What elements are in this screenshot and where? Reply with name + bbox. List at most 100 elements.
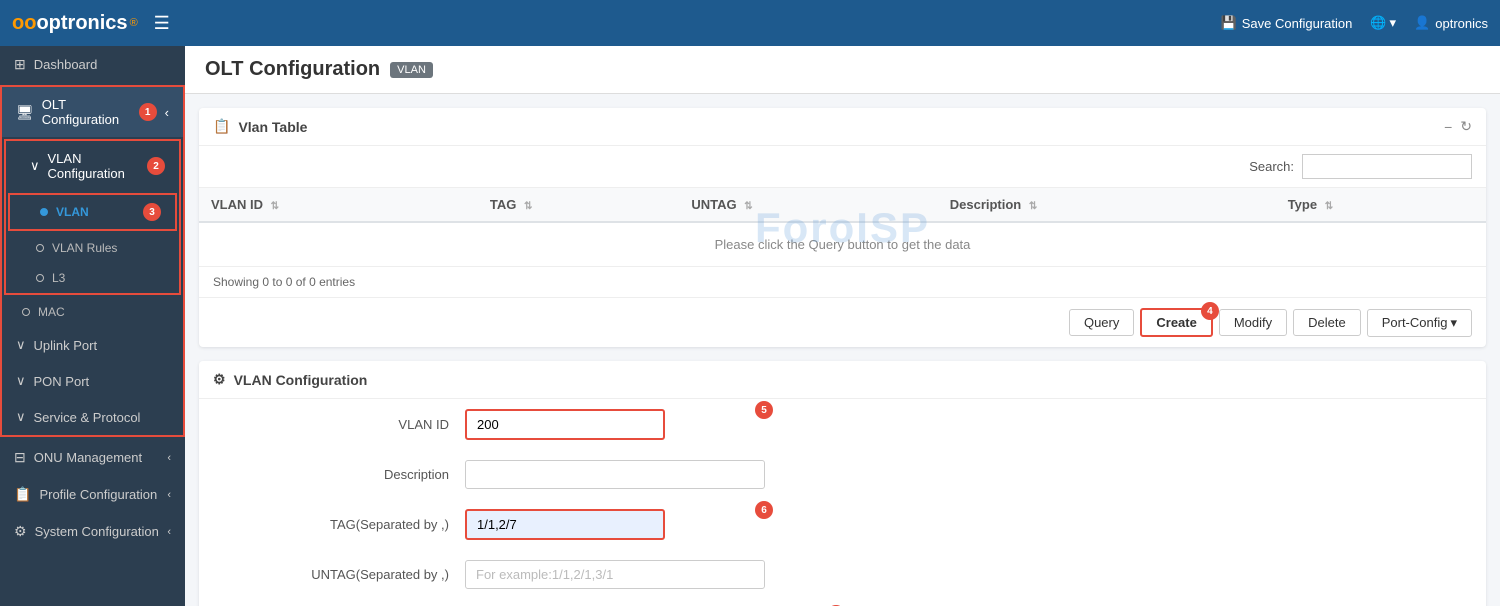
arrow-icon: ∨ <box>16 373 26 389</box>
dashboard-icon: ⊞ <box>14 56 26 73</box>
navbar-right: 💾 Save Configuration 🌐 ▾ 👤 optronics <box>1221 15 1488 31</box>
col-type: Type ⇅ <box>1276 188 1486 222</box>
content-header: OLT Configuration VLAN <box>185 46 1500 94</box>
sidebar-item-vlan[interactable]: VLAN 3 <box>10 195 175 229</box>
sort-icon[interactable]: ⇅ <box>744 201 752 212</box>
badge-3: 3 <box>143 203 161 221</box>
description-label: Description <box>279 467 449 482</box>
untag-input[interactable] <box>465 560 765 589</box>
table-title: Vlan Table <box>238 119 307 135</box>
vlan-rules-dot-icon <box>36 244 44 252</box>
sidebar-item-label: L3 <box>52 271 65 285</box>
table-empty-row: Please click the Query button to get the… <box>199 222 1486 267</box>
sidebar-item-label: VLAN <box>56 205 89 219</box>
form-buttons: Submit 7 Cancel <box>199 599 1486 606</box>
sidebar-item-uplink-port[interactable]: ∨ Uplink Port <box>2 327 183 363</box>
sort-icon[interactable]: ⇅ <box>1325 201 1333 212</box>
vlan-table: VLAN ID ⇅ TAG ⇅ UNTAG ⇅ Description ⇅ Ty… <box>199 188 1486 267</box>
sidebar-item-system-config[interactable]: ⚙ System Configuration ‹ <box>0 513 185 550</box>
arrow-down-icon: ∨ <box>30 158 40 174</box>
showing-text: Showing 0 to 0 of 0 entries <box>199 267 1486 297</box>
l3-dot-icon <box>36 274 44 282</box>
sidebar-item-onu-management[interactable]: ⊟ ONU Management ‹ <box>0 439 185 476</box>
sort-icon[interactable]: ⇅ <box>271 201 279 212</box>
navbar: oo optronics ® ☰ 💾 Save Configuration 🌐 ▾… <box>0 0 1500 46</box>
port-config-button[interactable]: Port-Config ▾ <box>1367 309 1472 337</box>
sidebar-item-label: System Configuration <box>35 524 159 539</box>
language-button[interactable]: 🌐 ▾ <box>1370 15 1396 31</box>
action-row: Query Create 4 Modify Delete Port-Config… <box>199 297 1486 347</box>
search-row: Search: <box>199 146 1486 188</box>
sidebar-item-label: MAC <box>38 305 65 319</box>
dropdown-arrow-icon: ▾ <box>1450 315 1457 331</box>
tag-row: TAG(Separated by ,) 6 <box>199 499 1486 550</box>
logo-accent: oo <box>12 12 36 34</box>
form-card-header: ⚙ VLAN Configuration <box>199 361 1486 399</box>
sidebar-item-label: ONU Management <box>34 450 142 465</box>
badge-5: 5 <box>755 401 773 419</box>
profile-icon: 📋 <box>14 486 31 503</box>
arrow-icon: ∨ <box>16 409 26 425</box>
untag-label: UNTAG(Separated by ,) <box>279 567 449 582</box>
card-header: 📋 Vlan Table − ↻ <box>199 108 1486 146</box>
refresh-icon[interactable]: ↻ <box>1460 118 1472 135</box>
sidebar-item-label: OLT Configuration <box>42 97 131 127</box>
globe-icon: 🌐 <box>1370 15 1386 31</box>
profile-arrow-icon: ‹ <box>167 489 171 501</box>
vlan-id-input[interactable] <box>465 409 665 440</box>
sidebar-item-pon-port[interactable]: ∨ PON Port <box>2 363 183 399</box>
vlan-config-section: ∨ VLAN Configuration 2 VLAN 3 VLAN Rules <box>4 139 181 295</box>
badge-1: 1 <box>139 103 157 121</box>
sidebar-item-service-protocol[interactable]: ∨ Service & Protocol <box>2 399 183 435</box>
description-input[interactable] <box>465 460 765 489</box>
lang-arrow-icon: ▾ <box>1390 15 1397 31</box>
col-untag: UNTAG ⇅ <box>679 188 937 222</box>
vlan-dot-icon <box>40 208 48 216</box>
vlan-id-row: VLAN ID 5 <box>199 399 1486 450</box>
mac-dot-icon <box>22 308 30 316</box>
sidebar-item-label: Profile Configuration <box>39 487 157 502</box>
arrow-icon: ∨ <box>16 337 26 353</box>
query-button[interactable]: Query <box>1069 309 1134 336</box>
delete-button[interactable]: Delete <box>1293 309 1361 336</box>
modify-button[interactable]: Modify <box>1219 309 1287 336</box>
sidebar-item-mac[interactable]: MAC <box>2 297 183 327</box>
create-button[interactable]: Create 4 <box>1140 308 1212 337</box>
hamburger-icon[interactable]: ☰ <box>154 13 170 34</box>
sidebar-item-label: Uplink Port <box>34 338 98 353</box>
sidebar-item-label: VLAN Configuration <box>48 151 139 181</box>
table-wrapper: ForoISP VLAN ID ⇅ TAG ⇅ UNTAG ⇅ Descript… <box>199 188 1486 267</box>
sidebar-item-vlan-config[interactable]: ∨ VLAN Configuration 2 <box>6 141 179 191</box>
sidebar-item-olt-config[interactable]: 🖥 OLT Configuration 1 ‹ <box>2 87 183 137</box>
save-config-label: Save Configuration <box>1242 16 1353 31</box>
empty-message: Please click the Query button to get the… <box>199 222 1486 267</box>
search-input[interactable] <box>1302 154 1472 179</box>
tag-label: TAG(Separated by ,) <box>279 517 449 532</box>
badge-2: 2 <box>147 157 165 175</box>
page-subtitle-badge: VLAN <box>390 62 433 78</box>
sidebar-item-profile-config[interactable]: 📋 Profile Configuration ‹ <box>0 476 185 513</box>
col-vlan-id: VLAN ID ⇅ <box>199 188 478 222</box>
user-icon: 👤 <box>1414 15 1430 31</box>
system-arrow-icon: ‹ <box>167 526 171 538</box>
minimize-icon[interactable]: − <box>1444 119 1452 135</box>
sidebar-item-vlan-rules[interactable]: VLAN Rules <box>6 233 179 263</box>
sidebar-item-dashboard[interactable]: ⊞ Dashboard <box>0 46 185 83</box>
sort-icon[interactable]: ⇅ <box>1029 201 1037 212</box>
badge-4: 4 <box>1201 302 1219 320</box>
olt-config-section: 🖥 OLT Configuration 1 ‹ ∨ VLAN Configura… <box>0 85 185 437</box>
search-label: Search: <box>1249 159 1294 174</box>
save-config-button[interactable]: 💾 Save Configuration <box>1221 15 1353 31</box>
sidebar-item-label: PON Port <box>34 374 90 389</box>
card-header-title: 📋 Vlan Table <box>213 118 307 135</box>
sidebar: ⊞ Dashboard 🖥 OLT Configuration 1 ‹ ∨ VL… <box>0 46 185 606</box>
vlan-config-form-card: ⚙ VLAN Configuration VLAN ID 5 Descripti… <box>199 361 1486 606</box>
sort-icon[interactable]: ⇅ <box>524 201 532 212</box>
main-layout: ⊞ Dashboard 🖥 OLT Configuration 1 ‹ ∨ VL… <box>0 46 1500 606</box>
logo-dot: ® <box>130 17 138 29</box>
form-title: VLAN Configuration <box>234 372 368 388</box>
tag-input[interactable] <box>465 509 665 540</box>
user-button[interactable]: 👤 optronics <box>1414 15 1488 31</box>
sidebar-item-l3[interactable]: L3 <box>6 263 179 293</box>
username-label: optronics <box>1435 16 1488 31</box>
